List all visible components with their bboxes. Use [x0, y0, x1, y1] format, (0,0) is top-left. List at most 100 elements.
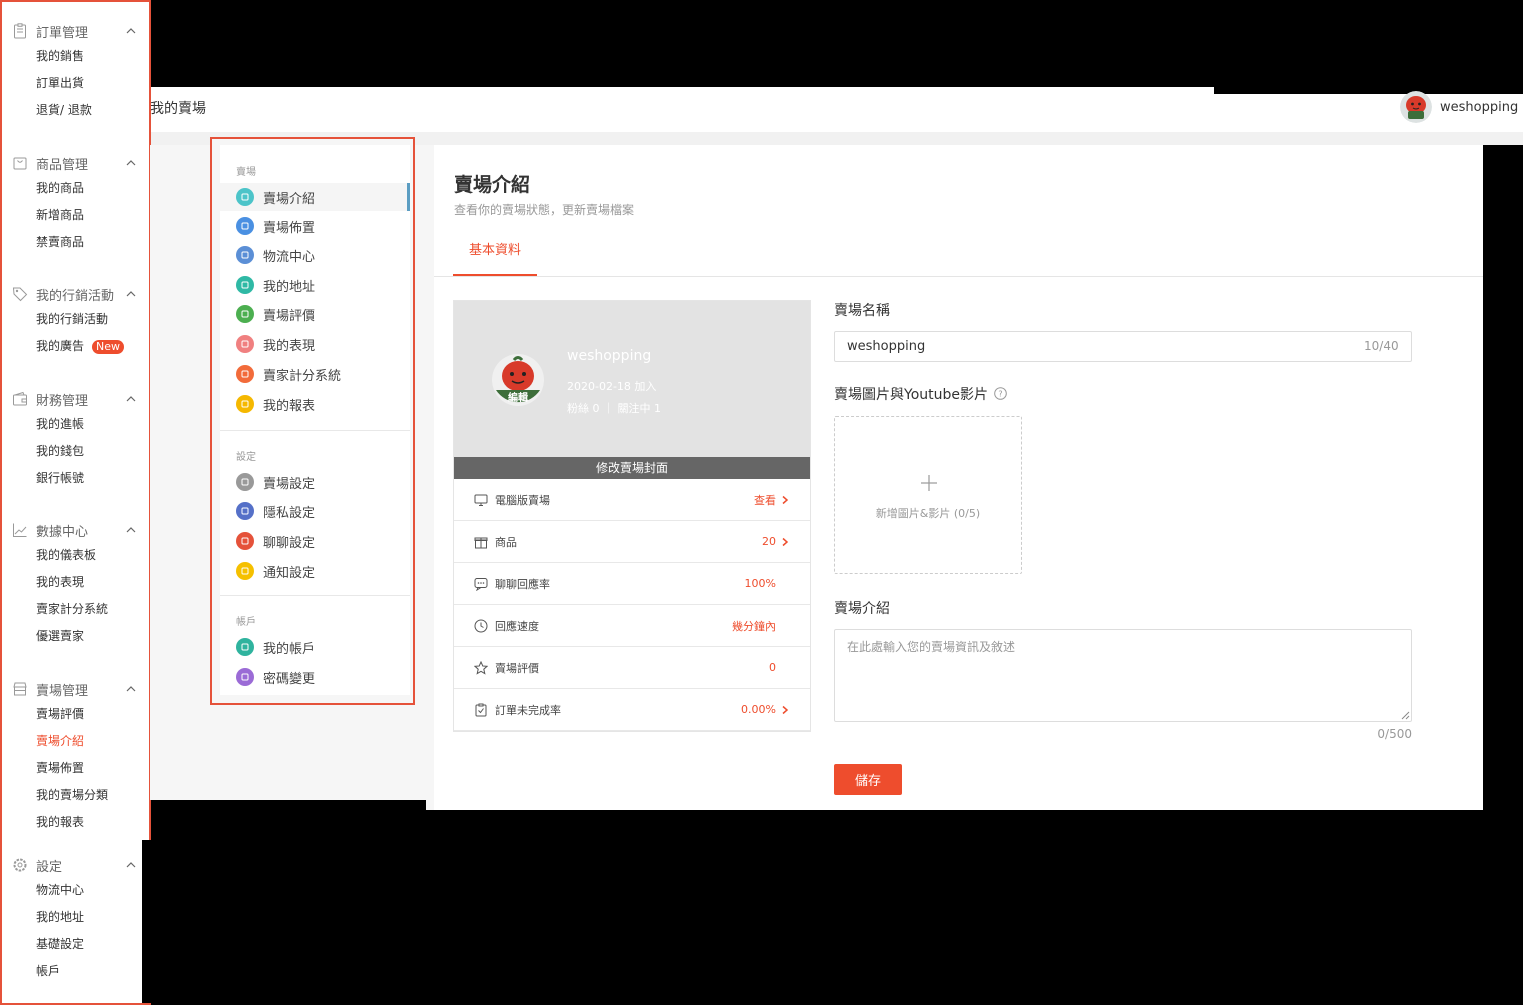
shop-stat-label: 回應速度 [495, 619, 539, 633]
chevron-up-icon[interactable] [125, 157, 137, 169]
shop-stat-value: 100% [744, 577, 776, 590]
lightning-icon [236, 365, 254, 383]
nav-item[interactable]: 退貨/ 退款 [2, 97, 149, 124]
nav-item[interactable]: 我的儀表板 [2, 542, 149, 569]
nav-group-header[interactable]: 商品管理 [2, 151, 149, 175]
truck-icon [236, 246, 254, 264]
chevron-up-icon[interactable] [125, 25, 137, 37]
shop-stat-row[interactable]: 電腦版賣場 查看 [454, 479, 810, 521]
avatar-edit-label[interactable]: 編輯 [508, 391, 528, 404]
nav-item[interactable]: 我的廣告 New [2, 333, 149, 360]
nav-item[interactable]: 我的行銷活動 [2, 306, 149, 333]
breadcrumb[interactable]: 我的賣場 [150, 98, 206, 118]
plus-icon [921, 475, 937, 491]
nav-item[interactable]: 賣場評價 [2, 701, 149, 728]
nav-item[interactable]: 銀行帳號 [2, 465, 149, 492]
settings-item[interactable]: 我的表現 [236, 330, 315, 358]
nav-group-title: 賣場管理 [36, 683, 89, 699]
tab-basic-info[interactable]: 基本資料 [453, 233, 537, 277]
save-button[interactable]: 儲存 [834, 764, 902, 795]
nav-item[interactable]: 我的報表 [2, 809, 149, 836]
shop-stat-row[interactable]: 商品 20 [454, 521, 810, 563]
nav-item[interactable]: 我的賣場分類 [2, 782, 149, 809]
nav-item[interactable]: 我的表現 [2, 569, 149, 596]
nav-item[interactable]: 我的地址 [2, 904, 149, 931]
intro-textarea[interactable] [834, 629, 1412, 722]
user-menu[interactable]: weshopping [1400, 91, 1518, 123]
nav-item[interactable]: 我的商品 [2, 175, 149, 202]
shop-stat-row[interactable]: 訂單未完成率 0.00% [454, 689, 810, 731]
nav-item[interactable]: 物流中心 [2, 877, 149, 904]
nav-group-header[interactable]: 我的行銷活動 [2, 282, 149, 306]
settings-item[interactable]: 聊聊設定 [236, 527, 315, 555]
settings-item[interactable]: 賣場設定 [236, 468, 315, 496]
settings-item[interactable]: 我的帳戶 [236, 633, 315, 661]
nav-item[interactable]: 優選賣家 [2, 623, 149, 650]
nav-item[interactable]: 我的錢包 [2, 438, 149, 465]
chevron-up-icon[interactable] [125, 859, 137, 871]
settings-item[interactable]: 賣場介紹 [220, 183, 410, 211]
nav-item-label: 我的進帳 [36, 417, 85, 431]
nav-item[interactable]: 賣家計分系統 [2, 596, 149, 623]
chevron-up-icon[interactable] [125, 393, 137, 405]
settings-item[interactable]: 賣場佈置 [236, 212, 315, 240]
nav-group-header[interactable]: 訂單管理 [2, 19, 149, 43]
monitor-icon [474, 494, 488, 506]
settings-item[interactable]: 我的報表 [236, 390, 315, 418]
settings-item[interactable]: 隱私設定 [236, 497, 315, 525]
settings-item-label: 賣家計分系統 [263, 368, 342, 384]
settings-sidebar: 賣場 賣場介紹 賣場佈置 物流中心 我的地址 賣場評價 我的表現 賣家計分系統 我的報表 設定 賣場… [220, 145, 410, 695]
username[interactable]: weshopping [1440, 100, 1518, 115]
nav-group-title: 我的行銷活動 [36, 288, 115, 304]
nav-item[interactable]: 帳戶 [2, 958, 149, 985]
settings-item[interactable]: 密碼變更 [236, 663, 315, 691]
nav-item[interactable]: 訂單出貨 [2, 70, 149, 97]
chevron-right-icon[interactable] [780, 705, 790, 715]
shop-stat-value[interactable]: 20 [762, 535, 776, 548]
avatar[interactable] [1400, 91, 1432, 123]
shop-stat-label: 商品 [495, 535, 517, 549]
nav-group-header[interactable]: 設定 [2, 853, 149, 877]
page-title: 賣場介紹 [454, 174, 531, 196]
chevron-up-icon[interactable] [125, 524, 137, 536]
shop-stat-label: 訂單未完成率 [495, 703, 561, 717]
chevron-right-icon[interactable] [780, 537, 790, 547]
nav-group-5: 數據中心 我的儀表板 我的表現 賣家計分系統 優選賣家 [2, 518, 149, 650]
resize-grip-icon[interactable] [1401, 711, 1410, 720]
svg-text:?: ? [998, 390, 1002, 399]
edit-cover-button[interactable]: 修改賣場封面 [454, 457, 810, 479]
nav-item[interactable]: 基礎設定 [2, 931, 149, 958]
settings-item[interactable]: 物流中心 [236, 241, 315, 269]
shop-stat-value[interactable]: 0.00% [741, 703, 776, 716]
nav-item[interactable]: 我的進帳 [2, 411, 149, 438]
shop-stat-value[interactable]: 查看 [754, 492, 776, 508]
settings-item[interactable]: 賣家計分系統 [236, 360, 341, 388]
chevron-right-icon[interactable] [780, 495, 790, 505]
key-icon [236, 668, 254, 686]
shop-stat-label: 賣場評價 [495, 661, 539, 675]
nav-group-header[interactable]: 財務管理 [2, 387, 149, 411]
chevron-up-icon[interactable] [125, 683, 137, 695]
page-subtitle: 查看你的賣場狀態，更新賣場檔案 [454, 203, 635, 217]
settings-item[interactable]: 我的地址 [236, 271, 315, 299]
nav-item[interactable]: 賣場佈置 [2, 755, 149, 782]
nav-item[interactable]: 禁賣商品 [2, 229, 149, 256]
shop-avatar[interactable]: 編輯 [492, 354, 544, 406]
nav-item[interactable]: 我的銷售 [2, 43, 149, 70]
shop-name-input[interactable] [834, 331, 1412, 362]
nav-item-label: 銀行帳號 [36, 471, 85, 485]
nav-group-header[interactable]: 賣場管理 [2, 677, 149, 701]
settings-item[interactable]: 賣場評價 [236, 300, 315, 328]
left-sidebar: 訂單管理 我的銷售 訂單出貨 退貨/ 退款 商品管理 我的商品 新增商品 禁賣商品我的行銷活動… [0, 0, 151, 1005]
nav-group-7: 設定 物流中心 我的地址 基礎設定 帳戶 [2, 853, 149, 985]
nav-item[interactable]: 新增商品 [2, 202, 149, 229]
help-icon[interactable]: ? [994, 387, 1007, 400]
chevron-up-icon[interactable] [125, 288, 137, 300]
nav-item[interactable]: 賣場介紹 [2, 728, 149, 755]
media-upload-box[interactable]: 新增圖片&影片 (0/5) [834, 416, 1022, 574]
nav-group-header[interactable]: 數據中心 [2, 518, 149, 542]
shop-stat-label: 聊聊回應率 [495, 577, 550, 591]
shop-cover: 編輯 weshopping 2020-02-18 加入 粉絲 0 ｜ 關注中 1 [454, 301, 810, 457]
chat-bubble-icon [474, 577, 488, 591]
settings-item[interactable]: 通知設定 [236, 557, 315, 585]
